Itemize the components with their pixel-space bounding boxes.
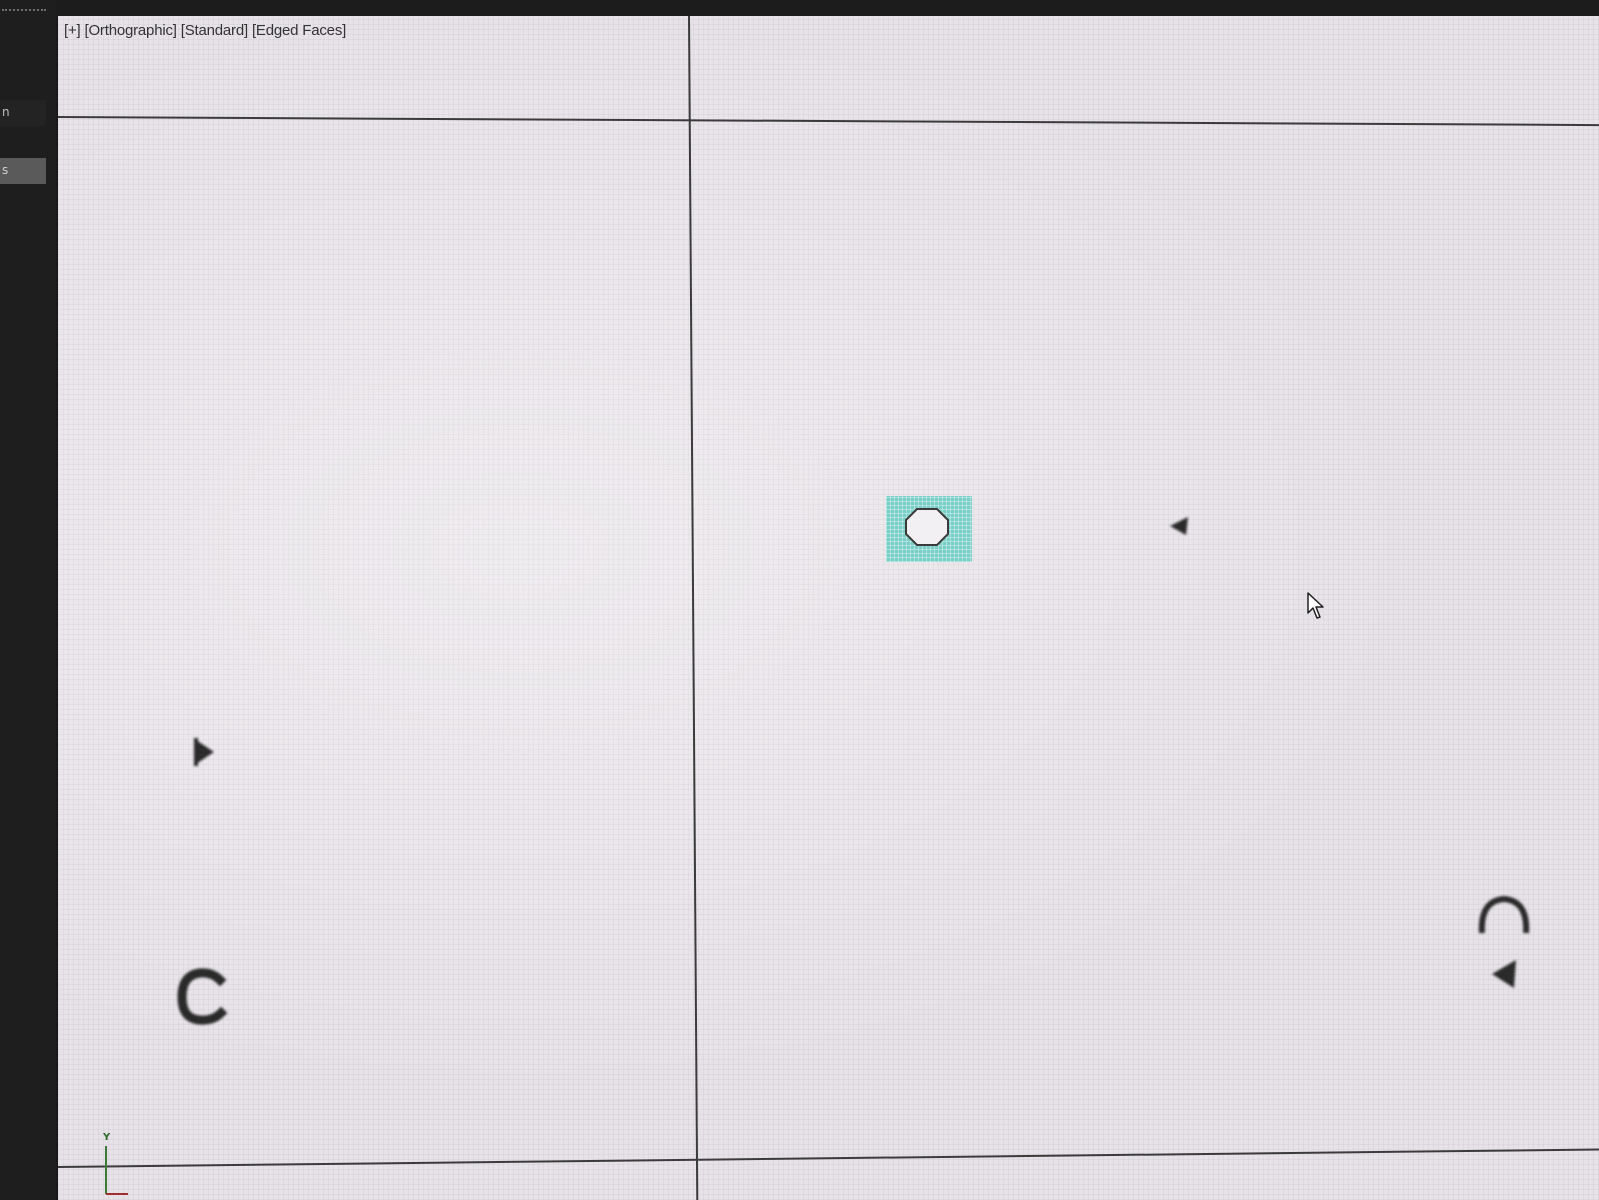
grid-axis-horizontal bbox=[58, 116, 1599, 126]
selected-octagon-object[interactable] bbox=[886, 496, 972, 562]
axis-gizmo: Y bbox=[98, 1132, 128, 1200]
triangle-left-icon[interactable] bbox=[1488, 956, 1522, 992]
sidebar-item-label: n bbox=[2, 105, 10, 119]
command-panel-sidebar: n s bbox=[0, 0, 56, 1200]
c-shape-icon[interactable] bbox=[172, 966, 232, 1028]
triangle-right-icon[interactable] bbox=[190, 738, 218, 766]
viewport-shading-menu[interactable]: [Standard] bbox=[181, 22, 248, 39]
sidebar-item-1[interactable]: n bbox=[0, 100, 46, 126]
viewport-display-menu[interactable]: [Edged Faces] bbox=[252, 22, 346, 39]
mouse-cursor-icon bbox=[1307, 592, 1324, 619]
axis-tripod-icon bbox=[105, 1146, 128, 1195]
viewport-general-menu[interactable]: [+] bbox=[64, 22, 81, 39]
arc-icon[interactable] bbox=[1472, 889, 1536, 941]
triangle-left-icon[interactable] bbox=[1166, 514, 1194, 538]
y-axis-label: Y bbox=[103, 1132, 111, 1143]
grid-axis-vertical bbox=[688, 16, 698, 1200]
sidebar-item-2-selected[interactable]: s bbox=[0, 158, 46, 184]
orthographic-viewport[interactable]: [+] [Orthographic] [Standard] [Edged Faces]… bbox=[58, 16, 1599, 1200]
viewport-label-menu: [+] [Orthographic] [Standard] [Edged Faces] bbox=[64, 22, 350, 39]
viewport-projection-menu[interactable]: [Orthographic] bbox=[85, 22, 177, 39]
octagon-icon bbox=[905, 508, 949, 546]
sidebar-item-label: s bbox=[2, 163, 9, 177]
grid-axis-bottom bbox=[58, 1148, 1599, 1168]
panel-grip-handle[interactable] bbox=[2, 9, 46, 12]
